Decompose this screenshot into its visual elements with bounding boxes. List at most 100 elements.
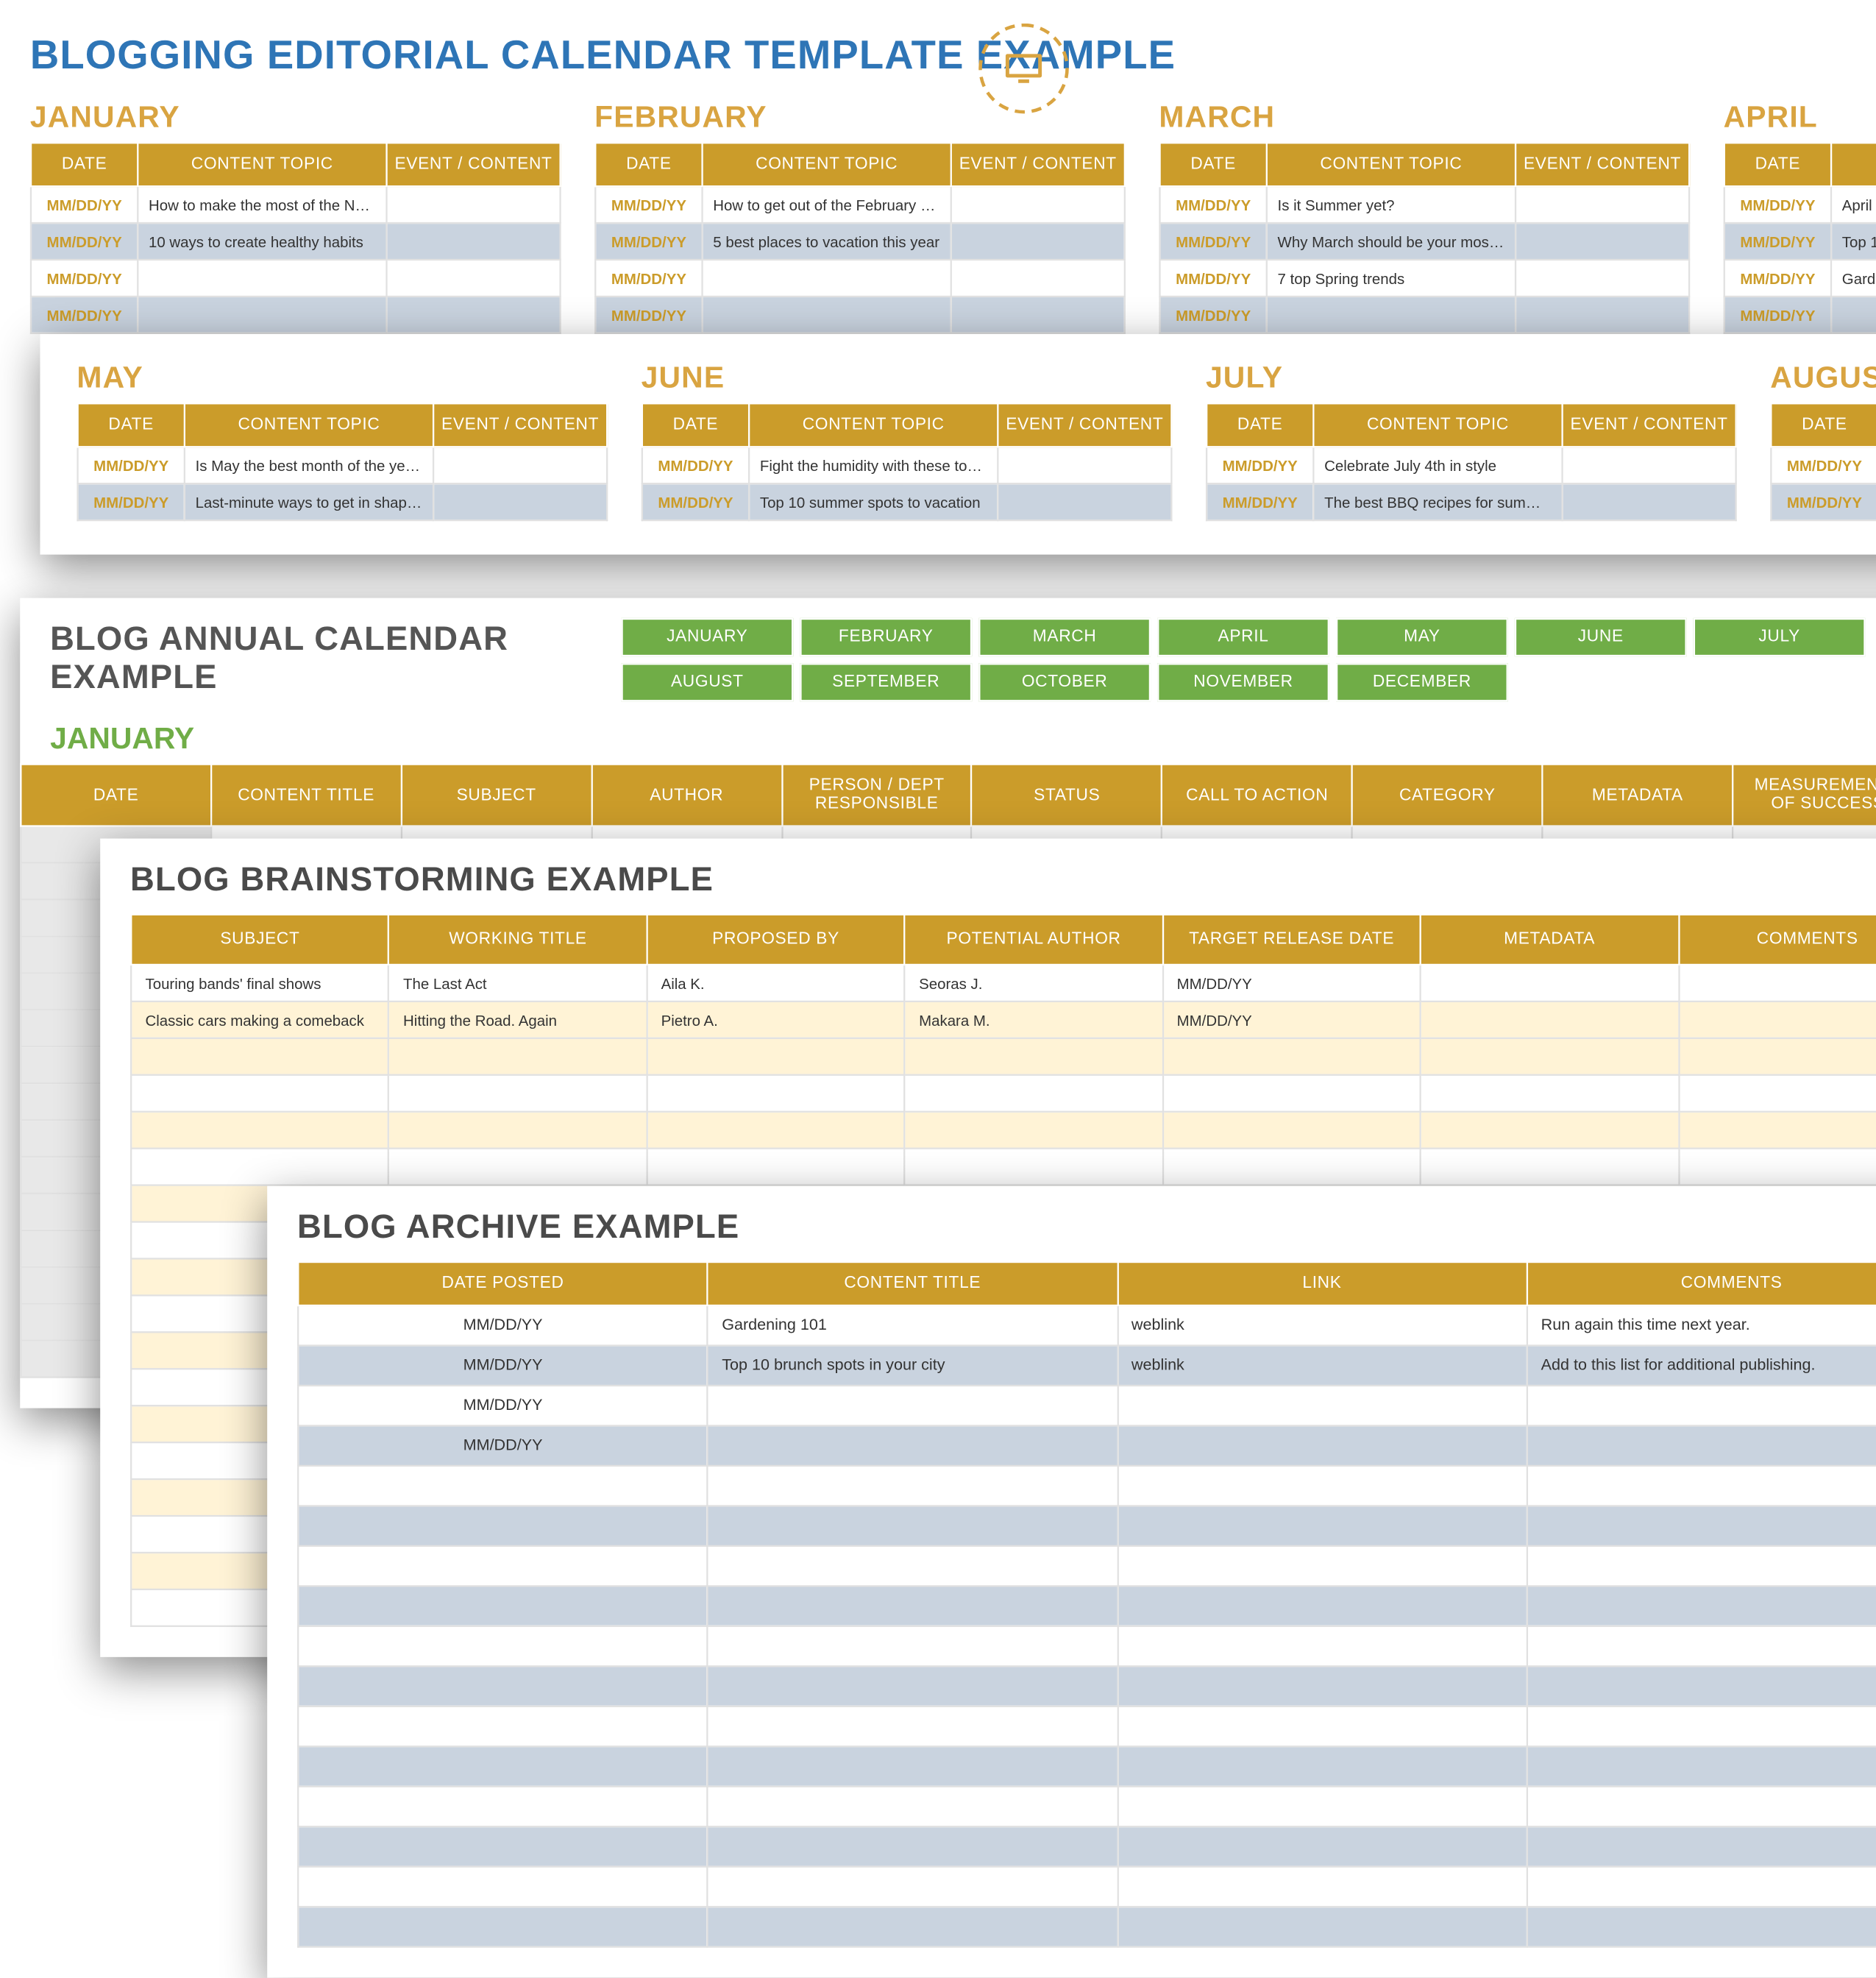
date-cell[interactable]: MM/DD/YY	[595, 186, 702, 223]
archive-row-empty[interactable]	[298, 1907, 1876, 1946]
event-cell[interactable]	[433, 447, 607, 483]
cell-link[interactable]: weblink	[1118, 1345, 1527, 1385]
event-cell[interactable]	[1516, 223, 1689, 260]
cell-content-title[interactable]	[708, 1386, 1118, 1425]
editorial-row[interactable]: MM/DD/YY Is May the best month of the ye…	[78, 447, 608, 483]
date-cell[interactable]: MM/DD/YY	[595, 223, 702, 260]
editorial-row[interactable]: MM/DD/YY Fight the humidity with these t…	[642, 447, 1172, 483]
editorial-row[interactable]: MM/DD/YY How to get out of the February …	[595, 186, 1125, 223]
editorial-row[interactable]: MM/DD/YY 10 ways to create healthy habit…	[31, 223, 561, 260]
date-cell[interactable]: MM/DD/YY	[642, 447, 749, 483]
topic-cell[interactable]: Is May the best month of the year?	[185, 447, 433, 483]
cell-date-posted[interactable]: MM/DD/YY	[298, 1345, 708, 1385]
editorial-row[interactable]: MM/DD/YY	[31, 260, 561, 297]
editorial-row[interactable]: MM/DD/YY	[1724, 297, 1876, 333]
editorial-row[interactable]: MM/DD/YY Top 10 things to do in Spring	[1724, 223, 1876, 260]
editorial-row[interactable]: MM/DD/YY Celebrate July 4th in style	[1207, 447, 1736, 483]
editorial-row[interactable]: MM/DD/YY Top 10 summer spots to vacation	[642, 483, 1172, 520]
archive-row[interactable]: MM/DD/YY Top 10 brunch spots in your cit…	[298, 1345, 1876, 1385]
topic-cell[interactable]: Top 10 summer spots to vacation	[749, 483, 998, 520]
date-cell[interactable]: MM/DD/YY	[642, 483, 749, 520]
cell-comments[interactable]	[1527, 1386, 1876, 1425]
topic-cell[interactable]	[703, 260, 951, 297]
topic-cell[interactable]: How to get out of the February slump	[703, 186, 951, 223]
date-cell[interactable]: MM/DD/YY	[595, 260, 702, 297]
month-tab-march[interactable]: MARCH	[978, 618, 1151, 656]
brain-row-empty[interactable]	[131, 1075, 1876, 1112]
date-cell[interactable]: MM/DD/YY	[78, 447, 185, 483]
archive-row-empty[interactable]	[298, 1746, 1876, 1786]
editorial-row[interactable]: MM/DD/YY Last-minute ways to get in shap…	[78, 483, 608, 520]
date-cell[interactable]: MM/DD/YY	[1160, 297, 1267, 333]
topic-cell[interactable]: April showers bring May flowers	[1831, 186, 1876, 223]
topic-cell[interactable]: Last-minute ways to get in shape for sum…	[185, 483, 433, 520]
cell-link[interactable]	[1118, 1386, 1527, 1425]
topic-cell[interactable]	[138, 260, 386, 297]
event-cell[interactable]	[1516, 297, 1689, 333]
date-cell[interactable]: MM/DD/YY	[1160, 260, 1267, 297]
date-cell[interactable]: MM/DD/YY	[31, 223, 138, 260]
cell-potential-author[interactable]: Seoras J.	[905, 965, 1163, 1002]
cell-date-posted[interactable]: MM/DD/YY	[298, 1386, 708, 1425]
event-cell[interactable]	[951, 223, 1125, 260]
brain-row-empty[interactable]	[131, 1149, 1876, 1185]
editorial-row[interactable]: MM/DD/YY The best BBQ recipes for summer	[1207, 483, 1736, 520]
cell-content-title[interactable]: Top 10 brunch spots in your city	[708, 1345, 1118, 1385]
date-cell[interactable]: MM/DD/YY	[31, 186, 138, 223]
cell-working-title[interactable]: Hitting the Road. Again	[389, 1002, 647, 1038]
cell-content-title[interactable]	[708, 1425, 1118, 1465]
cell-link[interactable]	[1118, 1425, 1527, 1465]
date-cell[interactable]: MM/DD/YY	[1771, 447, 1876, 483]
month-tab-august[interactable]: AUGUST	[621, 663, 793, 701]
topic-cell[interactable]: Is it Summer yet?	[1267, 186, 1516, 223]
cell-target-date[interactable]: MM/DD/YY	[1162, 1002, 1421, 1038]
topic-cell[interactable]: The best BBQ recipes for summer	[1313, 483, 1562, 520]
cell-date-posted[interactable]: MM/DD/YY	[298, 1425, 708, 1465]
event-cell[interactable]	[998, 483, 1171, 520]
month-tab-february[interactable]: FEBRUARY	[800, 618, 972, 656]
editorial-row[interactable]: MM/DD/YY	[1771, 483, 1876, 520]
topic-cell[interactable]: 10 ways to create healthy habits	[138, 223, 386, 260]
month-tab-september[interactable]: SEPTEMBER	[800, 663, 972, 701]
topic-cell[interactable]: Celebrate July 4th in style	[1313, 447, 1562, 483]
editorial-row[interactable]: MM/DD/YY	[595, 260, 1125, 297]
month-tab-october[interactable]: OCTOBER	[978, 663, 1151, 701]
event-cell[interactable]	[387, 260, 561, 297]
topic-cell[interactable]: Garden tips for beginners	[1831, 260, 1876, 297]
month-tab-april[interactable]: APRIL	[1157, 618, 1329, 656]
topic-cell[interactable]	[703, 297, 951, 333]
archive-row-empty[interactable]	[298, 1586, 1876, 1626]
date-cell[interactable]: MM/DD/YY	[1207, 447, 1313, 483]
editorial-row[interactable]: MM/DD/YY 7 top Spring trends	[1160, 260, 1690, 297]
event-cell[interactable]	[1563, 483, 1736, 520]
topic-cell[interactable]	[1267, 297, 1516, 333]
date-cell[interactable]: MM/DD/YY	[1771, 483, 1876, 520]
cell-comments[interactable]: Add to this list for additional publishi…	[1527, 1345, 1876, 1385]
event-cell[interactable]	[387, 223, 561, 260]
editorial-row[interactable]: MM/DD/YY How to make the most of the New…	[31, 186, 561, 223]
date-cell[interactable]: MM/DD/YY	[78, 483, 185, 520]
topic-cell[interactable]: Fight the humidity with these top tips	[749, 447, 998, 483]
editorial-row[interactable]: MM/DD/YY	[31, 297, 561, 333]
cell-working-title[interactable]: The Last Act	[389, 965, 647, 1002]
editorial-row[interactable]: MM/DD/YY 5 best places to vacation this …	[595, 223, 1125, 260]
cell-comments[interactable]: Run again this time next year.	[1527, 1305, 1876, 1345]
date-cell[interactable]: MM/DD/YY	[1160, 223, 1267, 260]
event-cell[interactable]	[951, 260, 1125, 297]
cell-target-date[interactable]: MM/DD/YY	[1162, 965, 1421, 1002]
cell-subject[interactable]: Classic cars making a comeback	[131, 1002, 389, 1038]
date-cell[interactable]: MM/DD/YY	[1724, 260, 1831, 297]
topic-cell[interactable]: 5 best places to vacation this year	[703, 223, 951, 260]
event-cell[interactable]	[951, 297, 1125, 333]
month-tab-july[interactable]: JULY	[1694, 618, 1866, 656]
archive-row-empty[interactable]	[298, 1787, 1876, 1826]
editorial-row[interactable]: MM/DD/YY Why March should be your most p…	[1160, 223, 1690, 260]
event-cell[interactable]	[1563, 447, 1736, 483]
date-cell[interactable]: MM/DD/YY	[31, 260, 138, 297]
topic-cell[interactable]: How to make the most of the New Year	[138, 186, 386, 223]
archive-row-empty[interactable]	[298, 1706, 1876, 1746]
archive-row-empty[interactable]	[298, 1506, 1876, 1545]
cell-subject[interactable]: Touring bands' final shows	[131, 965, 389, 1002]
month-tab-november[interactable]: NOVEMBER	[1157, 663, 1329, 701]
archive-row[interactable]: MM/DD/YY	[298, 1425, 1876, 1465]
